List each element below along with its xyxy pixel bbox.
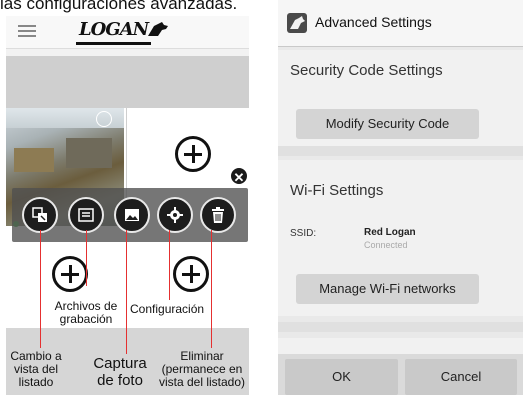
ok-button[interactable]: OK	[285, 359, 398, 395]
wifi-heading: Wi-Fi Settings	[290, 182, 384, 199]
list-swap-button[interactable]	[22, 197, 58, 233]
callout-line	[40, 230, 41, 348]
callout-line	[211, 230, 212, 348]
ssid-value: Red Logan	[364, 227, 416, 238]
trash-icon	[212, 207, 224, 223]
recordings-icon	[78, 208, 94, 222]
settings-button[interactable]	[157, 197, 193, 233]
label-cambio: Cambio a vista del listado	[10, 349, 62, 389]
dog-logo-icon	[148, 22, 168, 36]
ssid-status: Connected	[364, 240, 408, 250]
app-icon	[287, 13, 307, 33]
top-banner	[6, 56, 249, 108]
photo-capture-button[interactable]	[114, 197, 150, 233]
building-shape	[14, 148, 54, 172]
add-camera-button[interactable]	[173, 256, 209, 292]
camera-toolbar	[12, 188, 248, 242]
add-camera-button[interactable]	[175, 136, 211, 172]
add-camera-button[interactable]	[52, 256, 88, 292]
right-phone-screen: Advanced Settings Security Code Settings…	[278, 0, 523, 395]
security-section: Security Code Settings Modify Security C…	[278, 50, 523, 146]
settings-icon	[167, 207, 183, 223]
building-shape	[66, 138, 112, 168]
cancel-button[interactable]: Cancel	[405, 359, 517, 395]
security-heading: Security Code Settings	[290, 62, 443, 79]
logan-logo: LOGAN	[76, 20, 152, 45]
callout-line	[86, 230, 87, 286]
manage-wifi-button[interactable]: Manage Wi-Fi networks	[296, 274, 479, 304]
label-archivos: Archivos de grabación	[51, 300, 121, 326]
callout-line	[126, 230, 127, 354]
label-configuracion: Configuración	[130, 302, 205, 316]
list-swap-icon	[32, 207, 47, 222]
ssid-label: SSID:	[290, 228, 317, 239]
close-toolbar-icon[interactable]: ✕	[229, 166, 249, 186]
caption-text: las configuraciones avanzadas.	[0, 0, 238, 13]
section-separator	[278, 322, 523, 332]
camera-overlay-circle	[96, 111, 112, 127]
settings-title-bar: Advanced Settings	[278, 0, 523, 47]
label-eliminar: Eliminar (permanece en vista del listado…	[158, 349, 246, 389]
settings-title: Advanced Settings	[315, 14, 432, 30]
app-header: LOGAN	[6, 16, 249, 49]
modify-security-code-button[interactable]: Modify Security Code	[296, 109, 479, 139]
dog-logo-icon	[290, 16, 305, 29]
delete-button[interactable]	[200, 197, 236, 233]
photo-icon	[125, 209, 139, 221]
label-captura: Captura de foto	[93, 355, 147, 389]
left-phone-screen: LOGAN ✕ Archivos de grabación Configurac…	[6, 16, 249, 395]
callout-line	[169, 230, 170, 300]
hamburger-menu-icon[interactable]	[18, 25, 36, 27]
section-separator	[278, 146, 523, 156]
recordings-button[interactable]	[68, 197, 104, 233]
empty-section	[278, 338, 523, 354]
